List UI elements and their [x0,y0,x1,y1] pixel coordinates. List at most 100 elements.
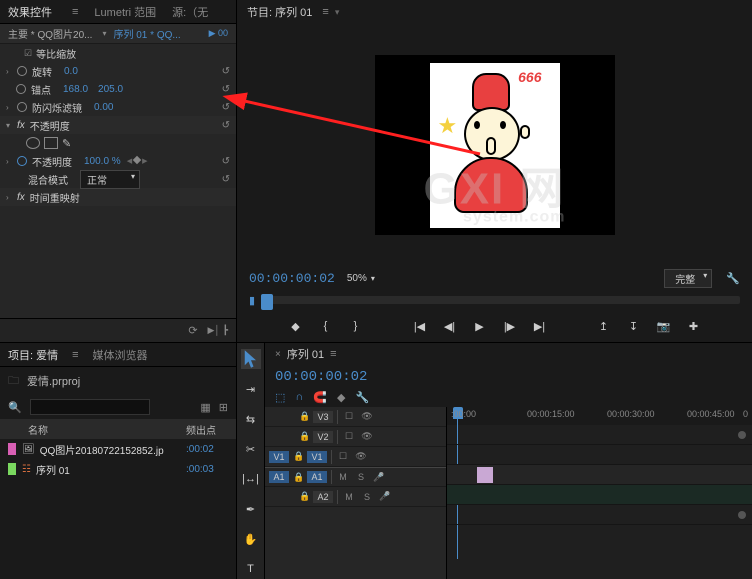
resolution-select[interactable]: 完整 [664,269,712,288]
keyframe-nav[interactable]: ◀ ▶ [127,157,148,165]
expand-icon[interactable]: › [6,103,14,112]
voice-over-icon[interactable]: 🎤 [372,472,386,483]
mark-in-button[interactable]: { [318,318,334,334]
rotation-value[interactable]: 0.0 [64,66,78,77]
track-select-tool[interactable]: ⇥ [241,379,261,399]
mask-pen-button[interactable]: ✎ [62,137,76,149]
expand-icon[interactable]: › [6,67,14,76]
hand-tool[interactable]: ✋ [241,529,261,549]
track-visibility-toggle[interactable]: 👁 [354,451,368,462]
scroll-dot[interactable] [738,511,746,519]
column-framerate[interactable]: 频出点 [186,422,228,437]
panel-menu-icon[interactable]: ≡ [72,6,78,18]
snap-toggle[interactable]: ∩ [295,391,303,403]
go-to-in-button[interactable]: |◀ [412,318,428,334]
reset-icon[interactable]: ↺ [222,66,230,77]
track-lane-v1[interactable] [447,465,752,485]
nest-toggle[interactable]: ⬚ [275,391,285,404]
loop-icon[interactable]: ⟳ [188,324,197,337]
selection-tool[interactable] [241,349,261,369]
add-marker-button[interactable]: ◆ [288,318,304,334]
track-output-toggle[interactable]: ☐ [342,411,356,422]
voice-over-icon[interactable]: 🎤 [378,491,392,502]
expand-icon[interactable]: › [6,157,14,166]
lock-icon[interactable]: 🔒 [299,491,309,502]
anchor-y-value[interactable]: 205.0 [98,84,123,95]
marker-icon[interactable]: ◆ [337,391,345,404]
stopwatch-icon[interactable] [16,84,26,94]
tab-project[interactable]: 项目: 爱情 [8,347,58,363]
mute-toggle[interactable]: M [342,492,356,502]
lock-icon[interactable]: 🔒 [293,451,303,462]
settings-icon[interactable]: 🔧 [355,391,369,404]
project-item[interactable]: ☷ 序列 01 :00:03 [0,459,236,479]
expand-icon[interactable]: ▾ [6,121,14,130]
track-visibility-toggle[interactable]: 👁 [360,431,374,442]
dropdown-icon[interactable]: ▾ [335,7,340,18]
column-name[interactable]: 名称 [8,422,186,437]
reset-icon[interactable]: ↺ [222,156,230,167]
track-header-v3[interactable]: 🔒 V3 ☐ 👁 [265,407,446,427]
tab-media-browser[interactable]: 媒体浏览器 [93,347,148,363]
track-lane-v2[interactable] [447,445,752,465]
stopwatch-icon[interactable] [17,102,27,112]
mark-out-button[interactable]: } [348,318,364,334]
track-output-toggle[interactable]: ☐ [336,451,350,462]
panel-menu-icon[interactable]: ≡ [72,349,78,361]
icon-view-button[interactable]: ⊞ [219,401,228,414]
project-item[interactable]: 🖼 QQ图片20180722152852.jp :00:02 [0,439,236,459]
program-timecode[interactable]: 00:00:00:02 [249,271,335,286]
track-header-a1[interactable]: A1 🔒 A1 M S 🎤 [265,467,446,487]
button-editor[interactable]: ✚ [686,318,702,334]
anchor-x-value[interactable]: 168.0 [63,84,88,95]
lock-icon[interactable]: 🔒 [293,472,303,483]
search-input[interactable] [30,399,150,415]
extract-button[interactable]: ↧ [626,318,642,334]
effect-timeline-toggle[interactable]: ▶│ ┣ [208,325,228,336]
type-tool[interactable]: T [241,559,261,579]
list-view-button[interactable]: ▦ [200,401,210,414]
tab-source[interactable]: 源:（无 [172,4,208,20]
track-lane-a2[interactable] [447,505,752,525]
timeline-ruler[interactable]: :00:00 00:00:15:00 00:00:30:00 00:00:45:… [447,407,752,425]
source-patch-v1[interactable]: V1 [269,451,289,463]
scroll-dot[interactable] [738,431,746,439]
scrub-track[interactable] [261,296,740,304]
track-output-toggle[interactable]: ☐ [342,431,356,442]
blendmode-select[interactable]: 正常 [80,170,140,189]
track-header-v1[interactable]: V1 🔒 V1 ☐ 👁 [265,447,446,467]
reset-icon[interactable]: ↺ [222,120,230,131]
panel-menu-icon[interactable]: ≡ [322,6,328,18]
export-frame-button[interactable]: 📷 [656,318,672,334]
pen-tool[interactable]: ✒ [241,499,261,519]
track-header-a2[interactable]: 🔒 A2 M S 🎤 [265,487,446,507]
stopwatch-icon[interactable] [17,66,27,76]
reset-icon[interactable]: ↺ [222,102,230,113]
lock-icon[interactable]: 🔒 [299,431,309,442]
tab-lumetri[interactable]: Lumetri 范围 [94,4,156,20]
go-to-out-button[interactable]: ▶| [532,318,548,334]
linked-selection-toggle[interactable]: 🧲 [313,391,327,404]
slip-tool[interactable]: |↔| [241,469,261,489]
opacity-value[interactable]: 100.0 % [84,156,121,167]
lock-icon[interactable]: 🔒 [299,411,309,422]
in-marker-icon[interactable]: ▮ [249,294,261,307]
track-visibility-toggle[interactable]: 👁 [360,411,374,422]
antiflicker-value[interactable]: 0.00 [94,102,113,113]
ripple-edit-tool[interactable]: ⇆ [241,409,261,429]
step-back-button[interactable]: ◀| [442,318,458,334]
reset-icon[interactable]: ↺ [222,84,230,95]
solo-toggle[interactable]: S [360,492,374,502]
mask-rect-button[interactable] [44,137,58,149]
razor-tool[interactable]: ✂ [241,439,261,459]
sequence-name-link[interactable]: ▾序列 01 * QQ... [102,26,180,41]
lift-button[interactable]: ↥ [596,318,612,334]
zoom-select[interactable]: 50% [343,272,389,285]
settings-icon[interactable]: 🔧 [726,272,740,285]
track-header-v2[interactable]: 🔒 V2 ☐ 👁 [265,427,446,447]
step-forward-button[interactable]: |▶ [502,318,518,334]
panel-menu-icon[interactable]: ≡ [330,348,336,360]
mute-toggle[interactable]: M [336,472,350,482]
solo-toggle[interactable]: S [354,472,368,482]
tab-effect-controls[interactable]: 效果控件 [8,4,52,20]
